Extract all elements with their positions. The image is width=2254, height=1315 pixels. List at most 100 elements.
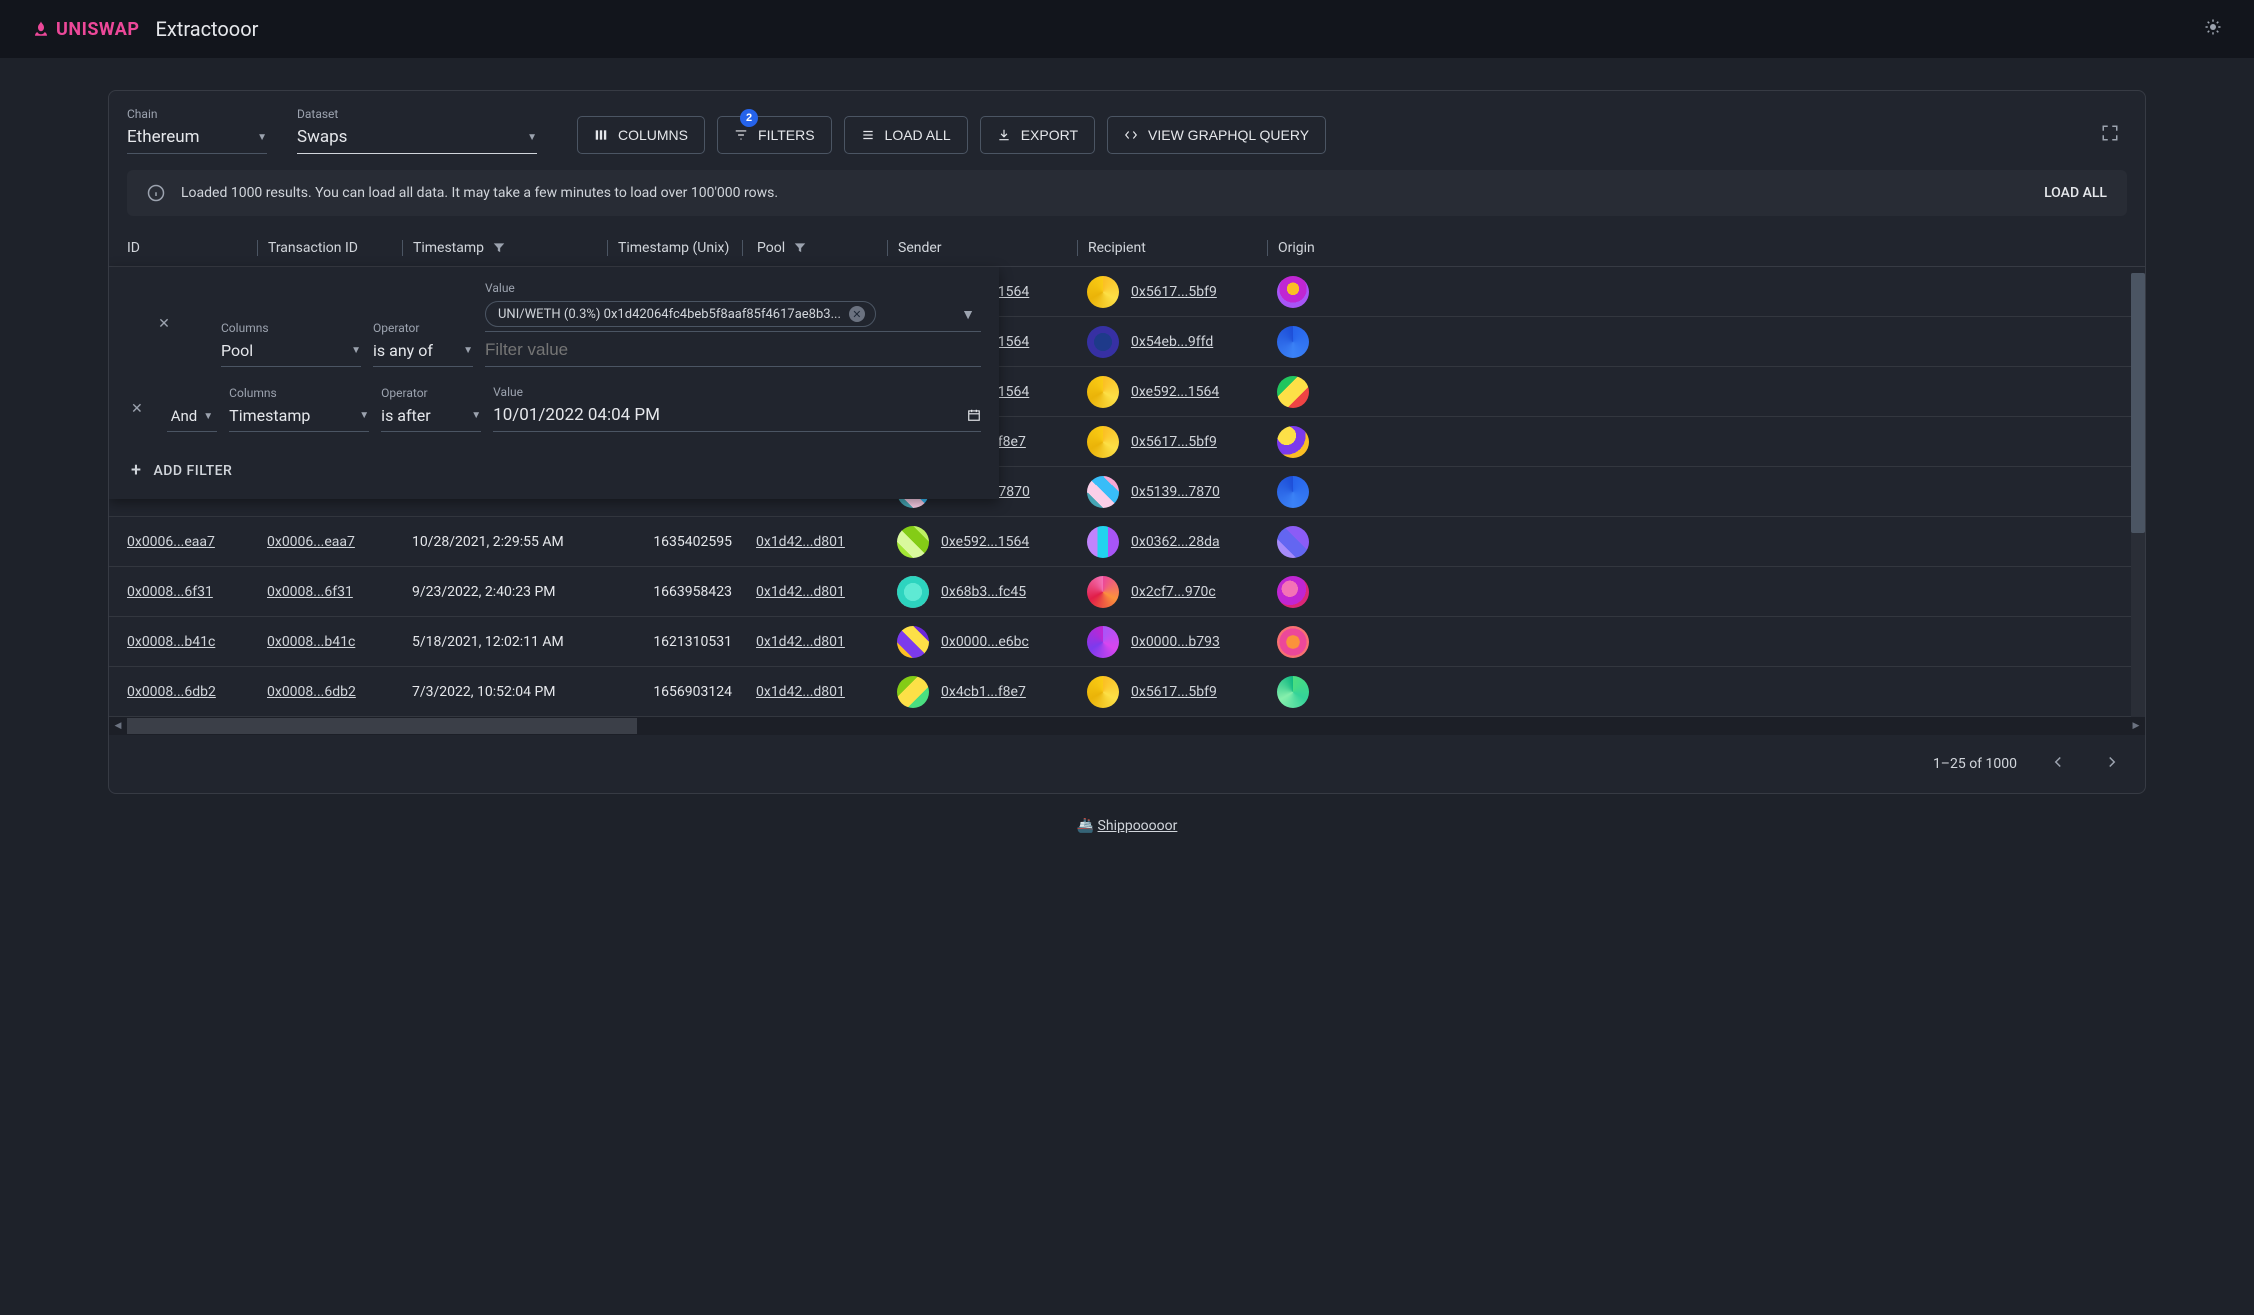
recipient-link[interactable]: 0x54eb...9ffd — [1131, 334, 1213, 350]
id-link[interactable]: 0x0008...6f31 — [127, 584, 213, 600]
col-id[interactable]: ID — [117, 240, 257, 256]
toolbar-buttons: COLUMNS 2 FILTERS LOAD ALL EXPORT — [577, 116, 1326, 154]
id-link[interactable]: 0x0006...eaa7 — [127, 534, 215, 550]
sender-link[interactable]: 0xe592...1564 — [941, 534, 1029, 550]
filter-column-select[interactable]: Timestamp▼ — [229, 402, 369, 432]
filter-operator-select[interactable]: is after▼ — [381, 402, 481, 432]
page-footer: 🚢 Shippooooor — [108, 794, 2146, 834]
columns-icon — [594, 128, 608, 142]
filter-value-input[interactable] — [485, 338, 981, 362]
cell: 0x0000...b793 — [1077, 626, 1267, 658]
recipient-link[interactable]: 0x5139...7870 — [1131, 484, 1220, 500]
app-name: Extractooor — [155, 17, 258, 41]
id-link[interactable]: 0x0008...b41c — [127, 634, 215, 650]
filters-label: FILTERS — [758, 127, 815, 143]
filter-panel: ✕ Columns Pool▼ Operator is any of▼ Valu… — [109, 267, 999, 499]
recipient-link[interactable]: 0x5617...5bf9 — [1131, 434, 1217, 450]
recipient-link[interactable]: 0xe592...1564 — [1131, 384, 1219, 400]
horizontal-scrollbar[interactable]: ◀ ▶ — [109, 717, 2145, 735]
chevron-down-icon[interactable]: ▼ — [961, 306, 981, 323]
tx-link[interactable]: 0x0008...b41c — [267, 634, 355, 650]
col-origin[interactable]: Origin — [1267, 240, 1347, 256]
identicon — [1087, 526, 1119, 558]
filter-date-input[interactable]: 10/01/2022 04:04 PM — [493, 401, 981, 432]
recipient-link[interactable]: 0x5617...5bf9 — [1131, 284, 1217, 300]
prev-page-button[interactable] — [2045, 749, 2071, 779]
next-page-button[interactable] — [2099, 749, 2125, 779]
fullscreen-button[interactable] — [2093, 116, 2127, 154]
scroll-thumb[interactable] — [2131, 273, 2145, 533]
identicon — [1087, 276, 1119, 308]
recipient-link[interactable]: 0x0362...28da — [1131, 534, 1220, 550]
filter-conjunction-select[interactable]: And▼ — [167, 403, 217, 432]
recipient-link[interactable]: 0x5617...5bf9 — [1131, 684, 1217, 700]
recipient-link[interactable]: 0x2cf7...970c — [1131, 584, 1216, 600]
chain-label: Chain — [127, 107, 267, 121]
load-all-button[interactable]: LOAD ALL — [844, 116, 968, 154]
columns-button[interactable]: COLUMNS — [577, 116, 705, 154]
dataset-select[interactable]: Swaps ▼ — [297, 123, 537, 154]
sender-link[interactable]: 0x68b3...fc45 — [941, 584, 1026, 600]
main-container: Chain Ethereum ▼ Dataset Swaps ▼ COLUMNS — [0, 58, 2254, 854]
filter-column-select[interactable]: Pool▼ — [221, 337, 361, 367]
sender-link[interactable]: 0x0000...e6bc — [941, 634, 1029, 650]
col-transaction-id[interactable]: Transaction ID — [257, 240, 402, 256]
theme-toggle-button[interactable] — [2204, 18, 2222, 40]
table-header: ID Transaction ID Timestamp Timestamp (U… — [109, 230, 2145, 267]
cell: 0x1d42...d801 — [742, 584, 887, 600]
chain-select[interactable]: Ethereum ▼ — [127, 123, 267, 154]
identicon — [1277, 276, 1309, 308]
cell: 0xe592...1564 — [1077, 376, 1267, 408]
tx-link[interactable]: 0x0006...eaa7 — [267, 534, 355, 550]
identicon — [1277, 326, 1309, 358]
cell: 1656903124 — [607, 684, 742, 700]
table-body: ✕ Columns Pool▼ Operator is any of▼ Valu… — [109, 267, 2145, 717]
filter-value-chip-row[interactable]: UNI/WETH (0.3%) 0x1d42064fc4beb5f8aaf85f… — [485, 297, 981, 332]
vertical-scrollbar[interactable] — [2131, 273, 2145, 718]
col-timestamp[interactable]: Timestamp — [402, 240, 607, 256]
filter-remove-button[interactable]: ✕ — [127, 308, 209, 340]
cell: 0x0006...eaa7 — [117, 534, 257, 550]
cell: 9/23/2022, 2:40:23 PM — [402, 584, 607, 600]
filters-button[interactable]: 2 FILTERS — [717, 116, 832, 154]
sender-link[interactable]: 0x4cb1...f8e7 — [941, 684, 1026, 700]
filter-remove-button[interactable]: ✕ — [127, 393, 155, 425]
tx-link[interactable]: 0x0008...6db2 — [267, 684, 356, 700]
export-button[interactable]: EXPORT — [980, 116, 1095, 154]
scroll-left-arrow[interactable]: ◀ — [109, 717, 127, 735]
view-query-button[interactable]: VIEW GRAPHQL QUERY — [1107, 116, 1326, 154]
col-sender[interactable]: Sender — [887, 240, 1077, 256]
filter-operator-select[interactable]: is any of▼ — [373, 337, 473, 367]
download-icon — [997, 128, 1011, 142]
pagination-bar: 1–25 of 1000 — [109, 735, 2145, 793]
plus-icon: + — [131, 460, 142, 481]
identicon — [1087, 676, 1119, 708]
pool-link[interactable]: 0x1d42...d801 — [756, 534, 845, 550]
cell: 0x0008...6db2 — [117, 684, 257, 700]
id-link[interactable]: 0x0008...6db2 — [127, 684, 216, 700]
uniswap-logo[interactable]: UNISWAP — [32, 19, 139, 40]
cell: 0x2cf7...970c — [1077, 576, 1267, 608]
cell: 0x54eb...9ffd — [1077, 326, 1267, 358]
pool-link[interactable]: 0x1d42...d801 — [756, 584, 845, 600]
scroll-right-arrow[interactable]: ▶ — [2127, 717, 2145, 735]
cell: 0x0008...b41c — [257, 634, 402, 650]
chip-remove-button[interactable]: ✕ — [849, 306, 865, 322]
scroll-thumb-h[interactable] — [127, 718, 637, 734]
pool-link[interactable]: 0x1d42...d801 — [756, 634, 845, 650]
col-pool[interactable]: Pool — [742, 240, 887, 256]
col-timestamp-unix[interactable]: Timestamp (Unix) — [607, 240, 742, 256]
add-filter-button[interactable]: + ADD FILTER — [127, 450, 981, 485]
pool-link[interactable]: 0x1d42...d801 — [756, 684, 845, 700]
shippooooor-link[interactable]: Shippooooor — [1098, 818, 1178, 834]
cell: 5/18/2021, 12:02:11 AM — [402, 634, 607, 650]
col-recipient[interactable]: Recipient — [1077, 240, 1267, 256]
tx-link[interactable]: 0x0008...6f31 — [267, 584, 353, 600]
calendar-icon — [967, 408, 981, 422]
info-load-all-link[interactable]: LOAD ALL — [2044, 185, 2107, 201]
data-card: Chain Ethereum ▼ Dataset Swaps ▼ COLUMNS — [108, 90, 2146, 794]
cell — [1267, 276, 1347, 308]
cell: 0x5617...5bf9 — [1077, 276, 1267, 308]
cell: 7/3/2022, 10:52:04 PM — [402, 684, 607, 700]
recipient-link[interactable]: 0x0000...b793 — [1131, 634, 1220, 650]
